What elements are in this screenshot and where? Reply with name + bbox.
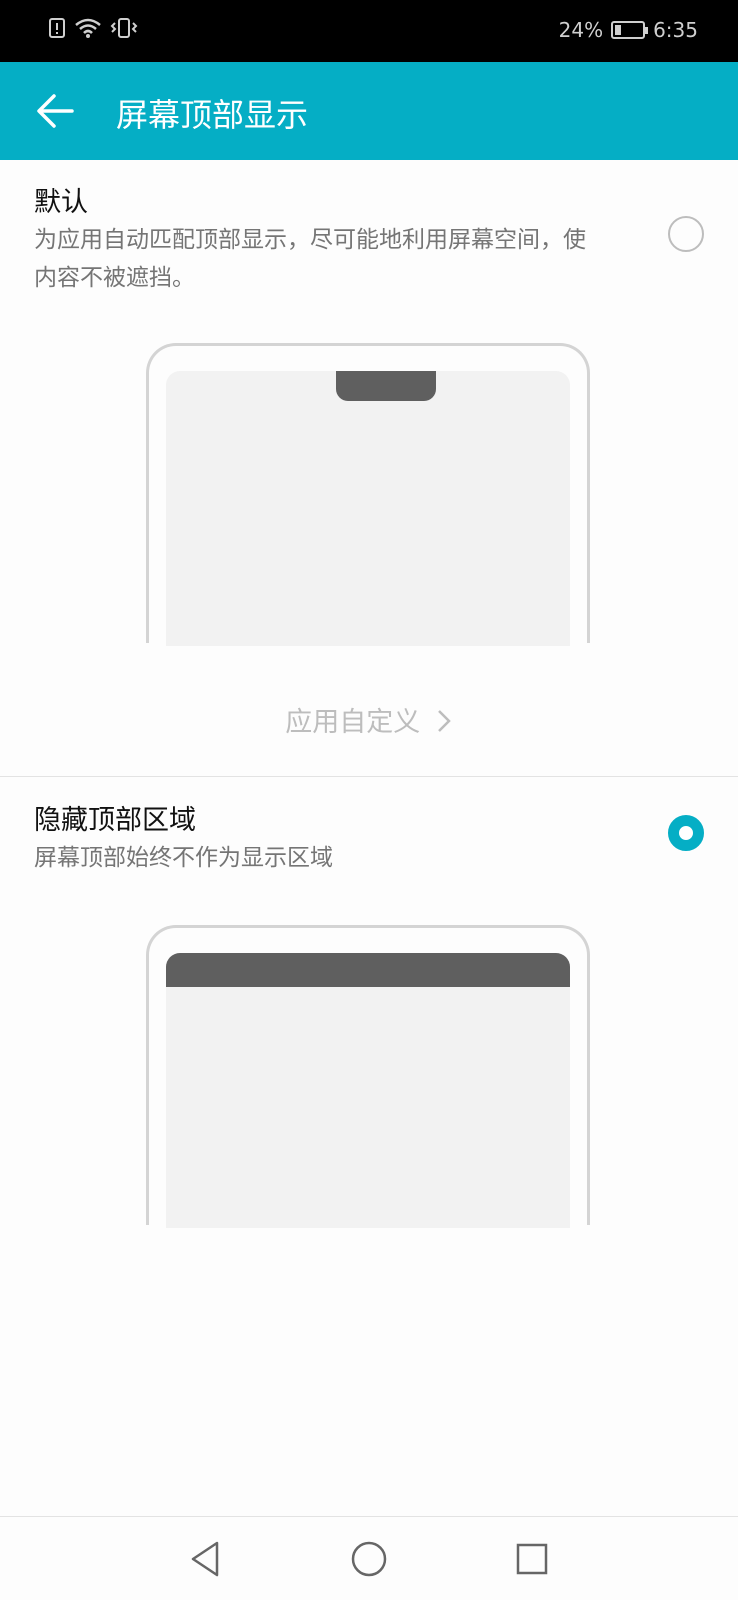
hidden-top-bar	[166, 953, 570, 987]
wifi-icon	[75, 18, 101, 38]
option-hide-title[interactable]: 隐藏顶部区域	[34, 798, 196, 837]
back-triangle-icon[interactable]	[183, 1537, 227, 1581]
battery-percent: 24%	[558, 18, 604, 42]
option-hide-description: 屏幕顶部始终不作为显示区域	[34, 845, 333, 871]
status-bar: 24% 6:35	[0, 0, 738, 62]
recents-square-icon[interactable]	[510, 1537, 554, 1581]
preview-screen	[166, 953, 570, 1228]
status-right: 24% 6:35	[559, 18, 698, 42]
battery-icon	[611, 21, 649, 39]
battery-fill	[615, 25, 622, 35]
preview-hide-top	[146, 925, 590, 1228]
nav-bar	[0, 1517, 738, 1600]
option-default-title[interactable]: 默认	[34, 180, 88, 219]
clock: 6:35	[653, 18, 698, 42]
option-default-description: 为应用自动匹配顶部显示，尽可能地利用屏幕空间，使内容不被遮挡。	[34, 227, 586, 291]
vibrate-icon	[110, 18, 138, 38]
chevron-right-icon	[437, 710, 451, 732]
preview-screen	[166, 371, 570, 646]
alert-icon	[49, 18, 65, 38]
app-custom-label: 应用自定义	[285, 707, 421, 738]
arrow-left-icon	[37, 94, 74, 128]
notch	[336, 371, 436, 401]
back-button[interactable]	[30, 86, 80, 136]
radio-hide-top[interactable]	[668, 815, 704, 851]
status-icons	[48, 17, 138, 39]
toolbar: 屏幕顶部显示	[0, 62, 738, 160]
preview-default	[146, 343, 590, 646]
app-custom-link[interactable]: 应用自定义	[0, 700, 738, 739]
radio-default[interactable]	[668, 216, 704, 252]
home-circle-icon[interactable]	[347, 1537, 391, 1581]
page-title: 屏幕顶部显示	[116, 96, 309, 134]
divider	[0, 776, 738, 777]
